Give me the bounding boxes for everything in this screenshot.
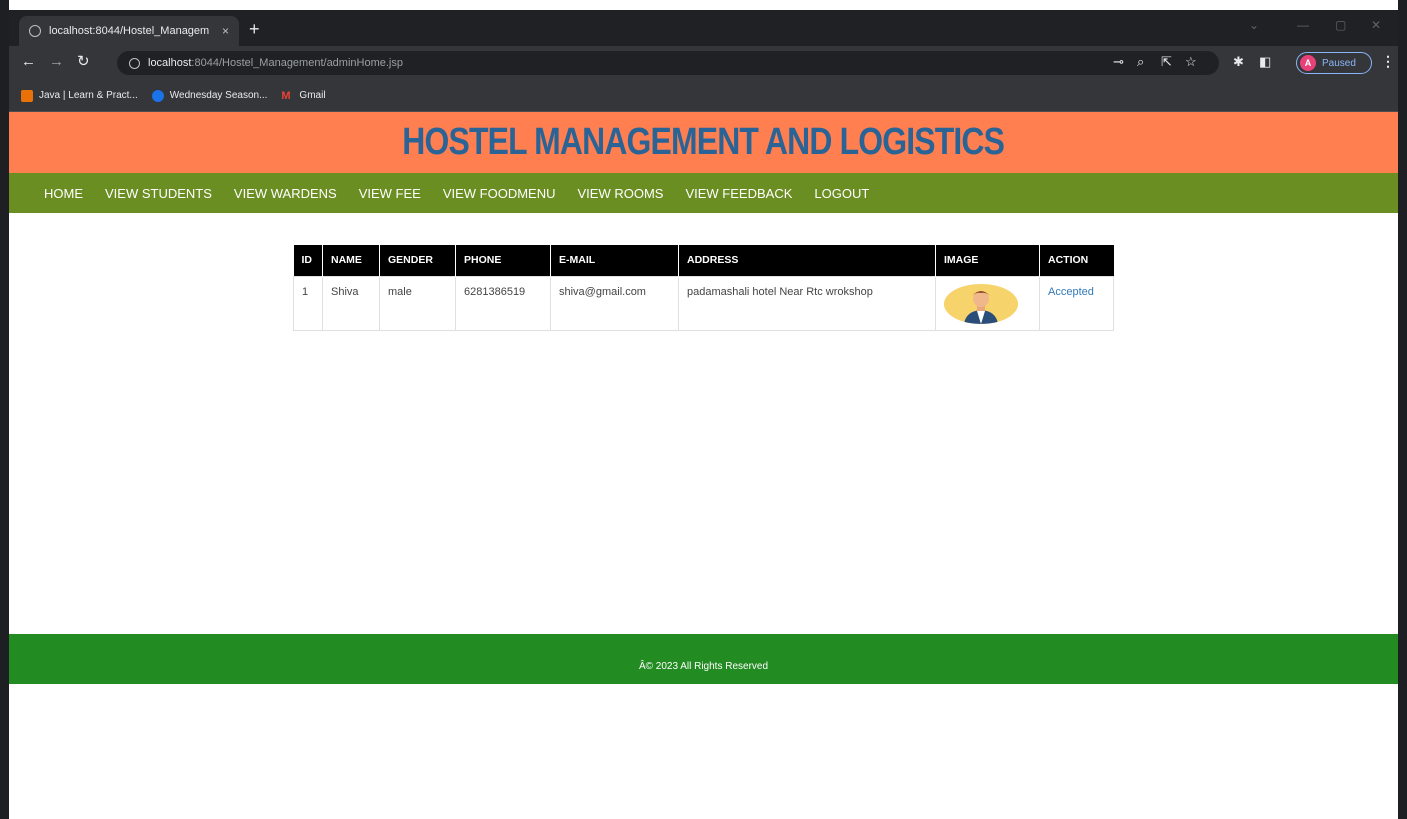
profile-button[interactable]: A Paused [1296,52,1372,74]
nav-view-wardens[interactable]: VIEW WARDENS [234,186,337,201]
side-panel-icon[interactable]: ◧ [1259,54,1271,70]
extensions-icon[interactable]: ✱ [1233,54,1244,70]
bookmarks-bar: Java | Learn & Pract... Wednesday Season… [9,80,1398,112]
cell-phone: 6281386519 [455,275,551,331]
nav-view-students[interactable]: VIEW STUDENTS [105,186,212,201]
window-close-icon[interactable]: ✕ [1371,18,1381,32]
site-info-icon[interactable] [129,57,140,69]
cell-action: Accepted [1039,275,1114,331]
cell-id: 1 [293,275,323,331]
nav-view-feedback[interactable]: VIEW FEEDBACK [685,186,792,201]
password-key-icon[interactable]: ⊸ [1113,54,1124,70]
bookmark-label: Wednesday Season... [169,90,268,101]
video-icon [151,89,164,102]
forward-icon[interactable]: → [49,54,64,70]
tab-bar: localhost:8044/Hostel_Managem × + ⌄ — ▢ … [9,10,1398,46]
students-table: ID NAME GENDER PHONE E-MAIL ADDRESS IMAG… [293,245,1114,331]
col-id: ID [293,245,323,276]
share-icon[interactable]: ⇱ [1161,54,1172,70]
browser-toolbar: ← → ↻ localhost:8044/Hostel_Management/a… [9,46,1398,80]
cell-name: Shiva [322,275,380,331]
new-tab-button[interactable]: + [249,20,260,38]
site-title: HOSTEL MANAGEMENT AND LOGISTICS [402,121,1006,163]
url-host: localhost [148,57,192,69]
minimize-icon[interactable]: — [1297,18,1309,32]
window-top-edge [0,0,1407,10]
close-tab-icon[interactable]: × [222,24,229,38]
bookmark-label: Gmail [299,90,326,101]
profile-status: Paused [1322,57,1356,69]
cell-gender: male [379,275,456,331]
copyright-text: Â© 2023 All Rights Reserved [638,661,769,672]
tab-title: localhost:8044/Hostel_Managem [49,25,210,37]
nav-view-rooms[interactable]: VIEW ROOMS [578,186,664,201]
maximize-icon[interactable]: ▢ [1335,18,1346,32]
javatpoint-icon [21,89,33,102]
col-phone: PHONE [455,245,551,276]
col-email: E-MAIL [550,245,679,276]
address-bar[interactable]: localhost:8044/Hostel_Management/adminHo… [117,51,1219,75]
table-row: 1 Shiva male 6281386519 shiva@gmail.com … [293,275,1114,331]
col-name: NAME [322,245,380,276]
col-address: ADDRESS [678,245,936,276]
nav-logout[interactable]: LOGOUT [814,186,869,201]
col-image: IMAGE [935,245,1040,276]
bookmark-javatpoint[interactable]: Java | Learn & Pract... [21,89,138,102]
globe-icon [29,25,41,37]
nav-view-fee[interactable]: VIEW FEE [359,186,421,201]
page-viewport: HOSTEL MANAGEMENT AND LOGISTICS HOME VIE… [9,112,1398,819]
window-left-edge [0,0,9,819]
bookmark-wednesday[interactable]: Wednesday Season... [151,89,268,102]
menu-icon[interactable]: ⋮ [1381,53,1395,70]
col-action: ACTION [1039,245,1114,276]
reload-icon[interactable]: ↻ [77,54,90,70]
site-footer: Â© 2023 All Rights Reserved [9,634,1398,684]
accepted-link[interactable]: Accepted [1048,286,1094,298]
browser-tab[interactable]: localhost:8044/Hostel_Managem × [19,16,239,46]
profile-avatar: A [1300,55,1316,71]
nav-home[interactable]: HOME [44,186,83,201]
zoom-icon[interactable]: ⌕ [1137,54,1144,70]
cell-address: padamashali hotel Near Rtc wrokshop [678,275,936,331]
student-avatar-icon [944,283,1018,324]
bookmark-gmail[interactable]: M Gmail [281,90,325,102]
nav-view-foodmenu[interactable]: VIEW FOODMENU [443,186,556,201]
tab-search-icon[interactable]: ⌄ [1249,18,1259,32]
back-icon[interactable]: ← [21,54,36,70]
main-nav: HOME VIEW STUDENTS VIEW WARDENS VIEW FEE… [9,173,1398,213]
gmail-icon: M [281,89,291,102]
cell-image [935,275,1040,331]
table-header-row: ID NAME GENDER PHONE E-MAIL ADDRESS IMAG… [293,245,1114,276]
cell-email: shiva@gmail.com [550,275,679,331]
browser-window: localhost:8044/Hostel_Managem × + ⌄ — ▢ … [0,0,1407,819]
col-gender: GENDER [379,245,456,276]
bookmark-star-icon[interactable]: ☆ [1185,54,1197,70]
bookmark-label: Java | Learn & Pract... [39,90,138,101]
site-header: HOSTEL MANAGEMENT AND LOGISTICS [9,112,1398,173]
student-avatar [944,283,1018,324]
url-path: :8044/Hostel_Management/adminHome.jsp [191,57,403,69]
window-right-edge [1398,0,1407,819]
